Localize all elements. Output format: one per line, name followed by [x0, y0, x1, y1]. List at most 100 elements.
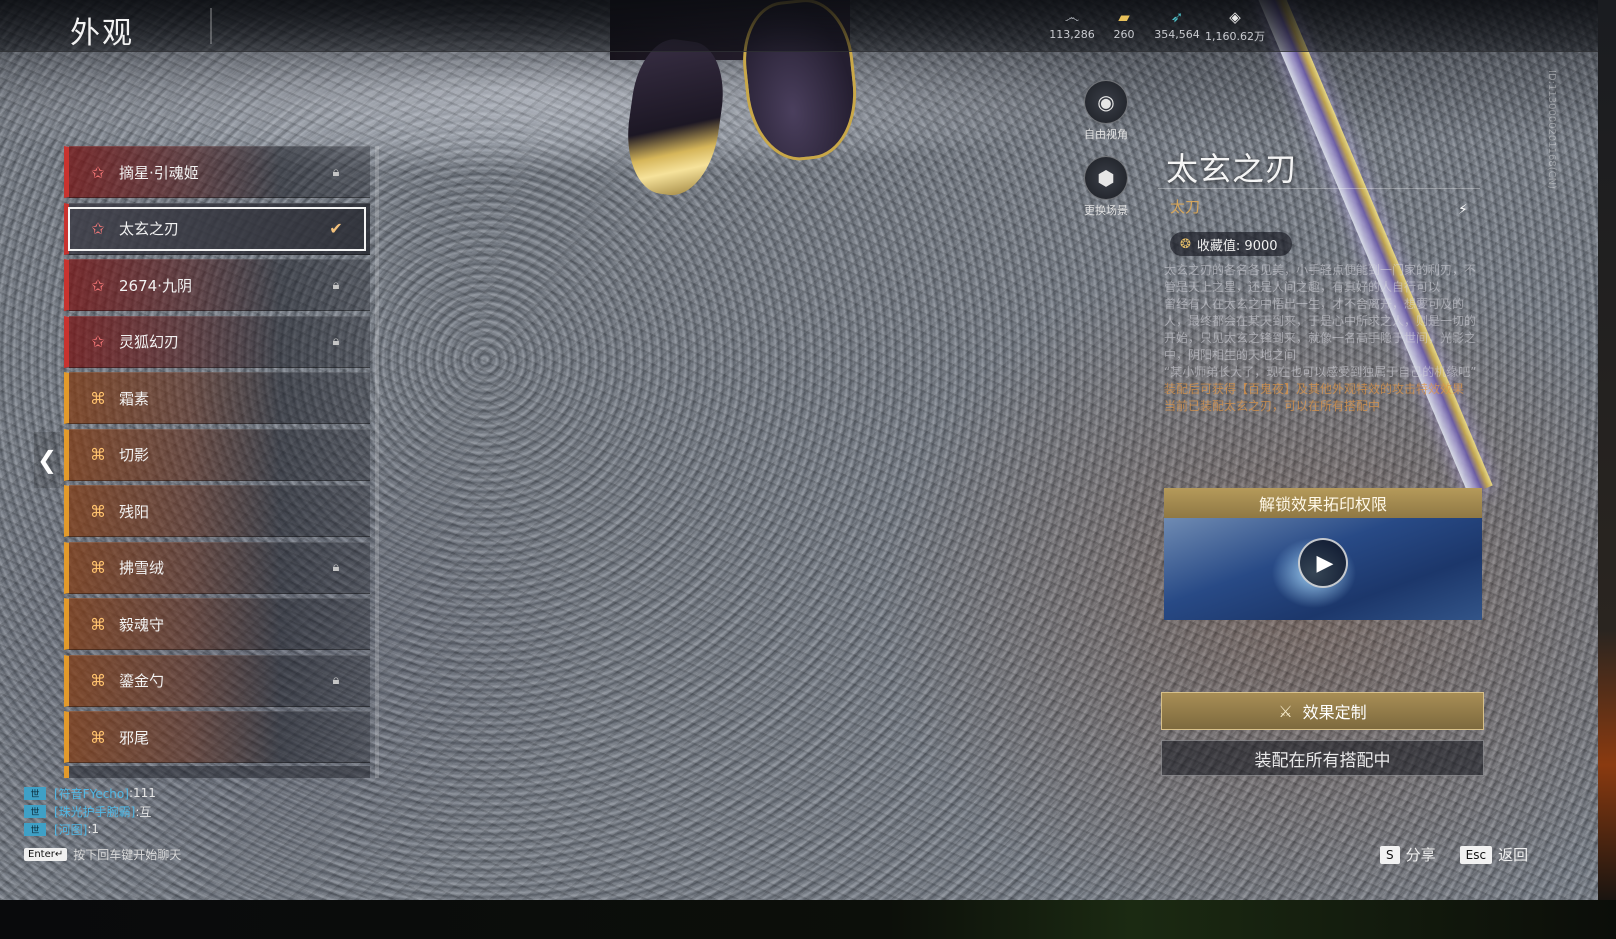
currency-diamond: ◈ 1,160.62万: [1200, 8, 1270, 44]
enter-key: Enter↵: [24, 848, 68, 861]
hotkey-label: 分享: [1405, 846, 1436, 864]
star-icon: ✩: [91, 332, 105, 351]
list-item[interactable]: ✩ 2674·九阴 🔒︎: [64, 259, 370, 311]
effect-preview-video[interactable]: ▶: [1164, 518, 1482, 620]
hotkey-bar: S 分享 Esc 返回: [1380, 844, 1528, 865]
star-icon: ✩: [91, 219, 105, 238]
key-cap: Esc: [1459, 845, 1493, 864]
chat-message: :互: [135, 804, 152, 819]
list-item[interactable]: ⌘ 拂雪绒 🔒︎: [64, 541, 370, 594]
version-tag: ID:1130000201168(CN): [1546, 70, 1557, 189]
item-name: 摘星·引魂姬: [119, 163, 199, 182]
knot-icon: ⌘: [90, 614, 106, 634]
chat-panel: 世 [符音FYecho]:111 世 [珠光护手腕霸]:互世 [河图]:1: [24, 784, 324, 838]
list-item[interactable]: ⌘ 残阳: [64, 485, 370, 537]
list-scrollbar[interactable]: [375, 146, 379, 778]
unlock-effect-title: 解锁效果拓印权限: [1164, 488, 1482, 518]
chevron-left-icon[interactable]: ❮: [34, 432, 60, 488]
change-scene-button[interactable]: ⬢: [1084, 156, 1128, 200]
chat-hint-text: 按下回车键开始聊天: [73, 848, 182, 862]
item-name: 残阳: [119, 502, 150, 521]
key-cap: S: [1380, 845, 1400, 864]
list-item-partial: [64, 766, 370, 778]
title-divider: [210, 8, 212, 44]
chat-line: 世 [珠光护手腕霸]:互: [24, 802, 324, 820]
checkmark-icon: ✔: [329, 219, 343, 238]
item-name: 霜素: [119, 389, 150, 408]
collect-badge: ❂ 收藏值: 9000: [1170, 232, 1292, 256]
list-item[interactable]: ✩ 灵狐幻刃 🔒︎: [64, 315, 370, 368]
lock-icon: 🔒︎: [332, 164, 340, 180]
item-name: 灵狐幻刃: [119, 333, 180, 351]
detail-type: 太刀: [1170, 198, 1201, 216]
star-icon: ✩: [91, 275, 105, 295]
free-view-button[interactable]: ◉: [1084, 80, 1128, 124]
list-item[interactable]: ⌘ 切影: [64, 428, 370, 481]
list-item[interactable]: ⌘ 毅魂守: [64, 598, 370, 650]
bottom-band: [0, 900, 1616, 939]
effect-line: 当前已装配太玄之刃，可以在所有搭配中: [1164, 399, 1381, 413]
knot-icon: ⌘: [90, 671, 106, 690]
top-bar: 外观 ෴ 113,286 ▰ 260 ➶ 354,564 ◈ 1,160.62万: [0, 0, 1598, 52]
camera-icon: ◉: [1097, 90, 1115, 114]
list-item[interactable]: ⌘ 鎏金勺 🔒︎: [64, 654, 370, 707]
list-item[interactable]: ✩ 太玄之刃 ✔: [64, 202, 370, 255]
star-icon: ✩: [91, 162, 105, 182]
page-title: 外观: [70, 16, 134, 51]
sword-icon: ⚔: [1278, 701, 1293, 721]
free-view-label: 自由视角: [1084, 128, 1128, 141]
item-name: 2674·九阴: [119, 276, 192, 295]
window-edge: [1598, 0, 1616, 900]
description-paragraph: 曾经有人在太玄之中悟出一生，才不舍离开，想要可及的人，最终都会在某天到来，于是心…: [1164, 297, 1477, 362]
item-name: 毅魂守: [119, 615, 165, 634]
effect-line: 装配后可获得【百鬼夜】及其他外观特效的攻击特效效果: [1164, 382, 1465, 396]
lock-icon: 🔒︎: [332, 673, 340, 688]
lock-icon: 🔒︎: [332, 277, 340, 293]
lock-icon: 🔒︎: [332, 334, 340, 349]
back-hotkey[interactable]: Esc 返回: [1459, 844, 1529, 865]
chat-item-link[interactable]: [河图]: [54, 821, 87, 838]
share-hotkey[interactable]: S 分享: [1380, 844, 1436, 865]
chat-message: :1: [87, 822, 100, 836]
chat-line: 世 [河图]:1: [24, 820, 324, 838]
chat-item-link[interactable]: [珠光护手腕霸]: [54, 803, 135, 820]
item-name: 太玄之刃: [119, 220, 180, 238]
detail-divider: [1158, 188, 1480, 189]
list-item[interactable]: ⌘ 霜素: [64, 372, 370, 424]
item-name: 鎏金勺: [119, 672, 165, 690]
diamond-icon: ◈: [1229, 8, 1241, 26]
description-paragraph: 太玄之刃的各名各见美，小手轻点便能到一门家的利刃，不管是天上之星，还是人间之趣，…: [1164, 263, 1477, 294]
detail-title: 太玄之刃: [1166, 150, 1299, 188]
chat-item-link[interactable]: [符音FYecho]: [54, 785, 129, 802]
collection-icon: ❂: [1180, 236, 1191, 252]
chat-channel-badge: 世: [24, 804, 46, 818]
list-item[interactable]: ⌘ 邪尾: [64, 711, 370, 763]
knot-icon: ⌘: [90, 445, 106, 464]
knot-icon: ⌘: [90, 727, 106, 747]
currency-value: 1,160.62万: [1205, 30, 1265, 43]
play-icon[interactable]: ▶: [1298, 538, 1348, 588]
change-scene-label: 更换场景: [1084, 204, 1128, 217]
effect-custom-label: 效果定制: [1302, 703, 1367, 722]
equip-status-button[interactable]: 装配在所有搭配中: [1161, 740, 1484, 776]
chat-channel-badge: 世: [24, 822, 46, 836]
item-name: 邪尾: [119, 728, 150, 747]
knot-icon: ⌘: [90, 558, 106, 577]
cube-icon: ⬢: [1097, 166, 1115, 190]
unlock-effect-box: 解锁效果拓印权限 ▶: [1164, 488, 1482, 620]
item-name: 切影: [119, 446, 150, 464]
knot-icon: ⌘: [90, 501, 106, 521]
chat-message: :111: [128, 786, 156, 800]
appearance-list: ✩ 摘星·引魂姬 🔒︎ ✩ 太玄之刃 ✔ ✩ 2674·九阴 🔒︎ ✩ 灵狐幻刃 🔒︎ ⌘ 霜素 ⌘ 切影 ⌘ 残…: [64, 146, 380, 778]
lock-icon: 🔒︎: [332, 560, 340, 575]
knot-icon: ⌘: [90, 388, 106, 408]
effect-custom-button[interactable]: ⚔ 效果定制: [1161, 692, 1484, 730]
collapse-icon[interactable]: ⚡: [1458, 202, 1468, 218]
description-paragraph: “某小师弟长大了，现在也可以感受到独属于自己的机缘吧”: [1164, 365, 1477, 379]
chat-line: 世 [符音FYecho]:111: [24, 784, 324, 802]
chat-hint[interactable]: Enter↵ 按下回车键开始聊天: [24, 846, 181, 863]
item-name: 拂雪绒: [119, 559, 165, 577]
hotkey-label: 返回: [1498, 846, 1529, 864]
list-item[interactable]: ✩ 摘星·引魂姬 🔒︎: [64, 146, 370, 198]
detail-description: 太玄之刃的各名各见美，小手轻点便能到一门家的利刃，不管是天上之星，还是人间之趣，…: [1164, 262, 1482, 415]
